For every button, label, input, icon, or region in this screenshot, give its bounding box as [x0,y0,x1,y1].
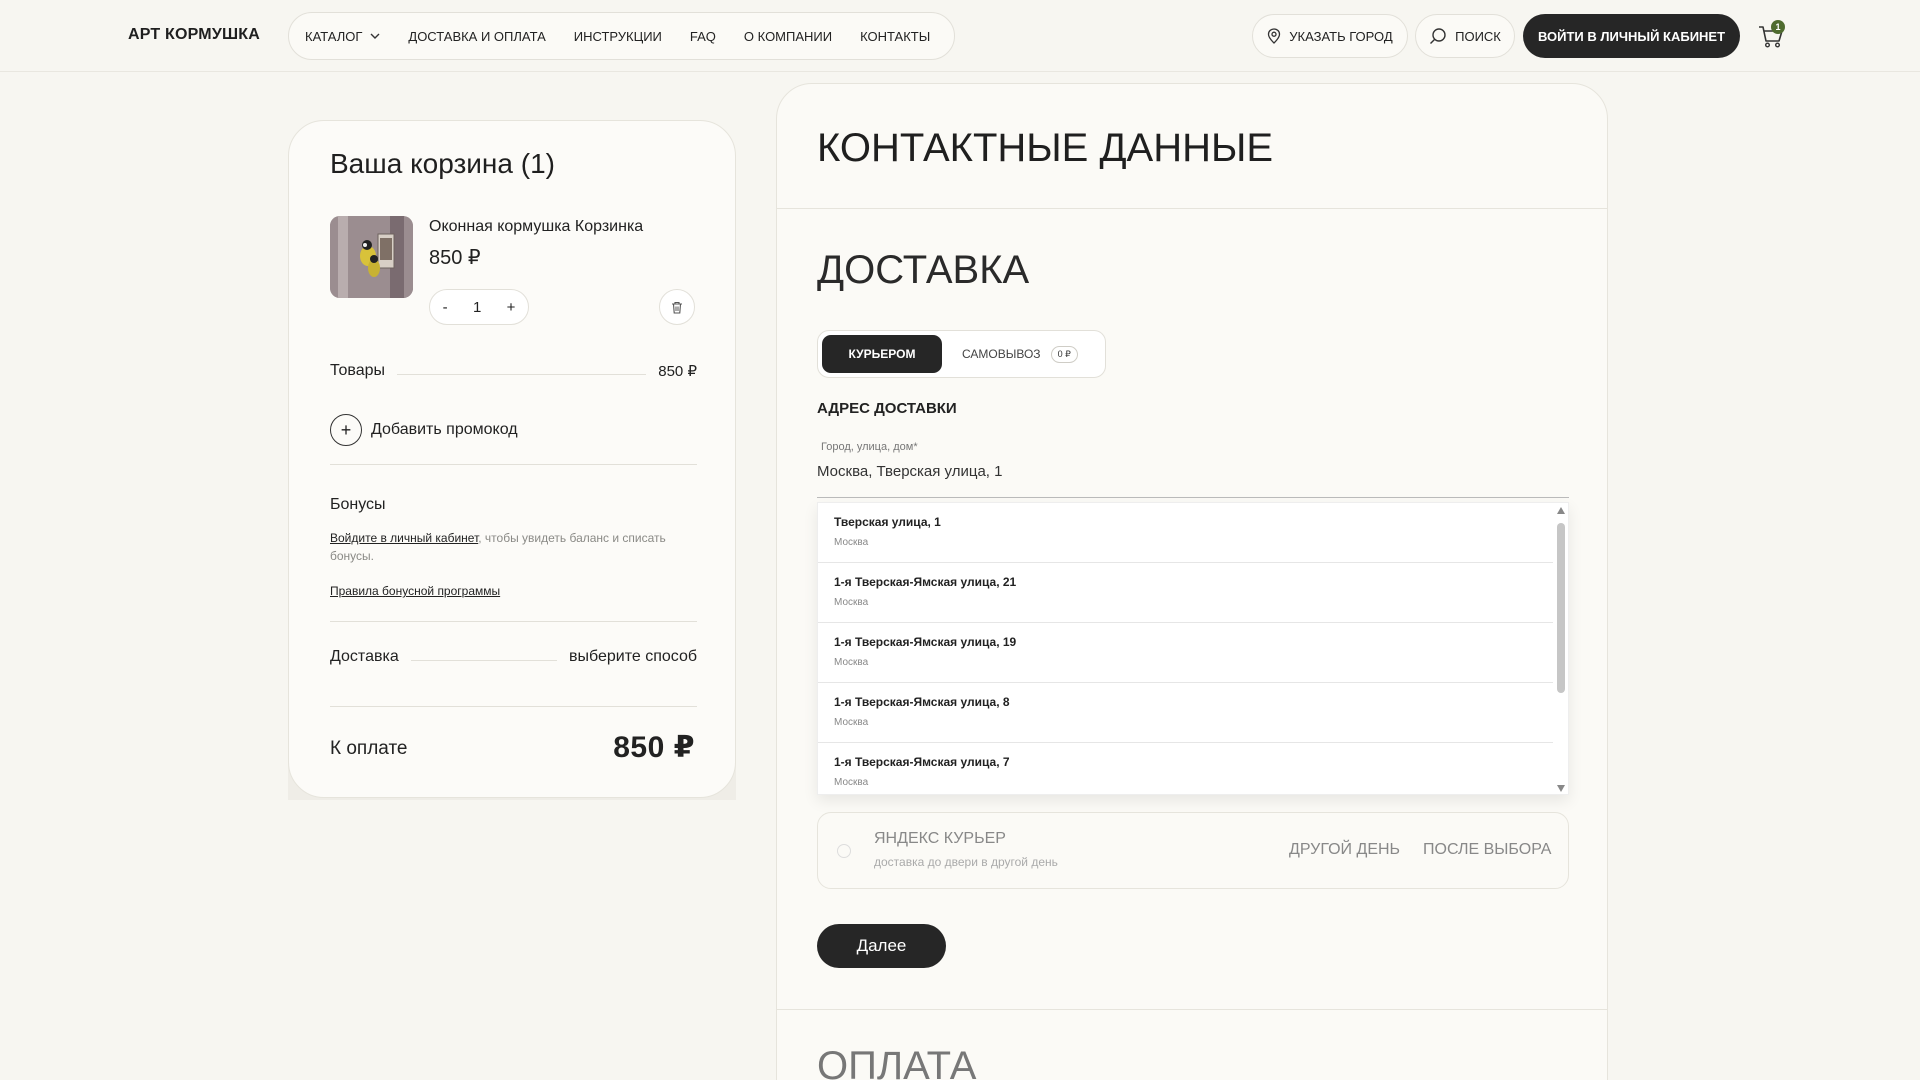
bonus-rules-link[interactable]: Правила бонусной программы [330,584,500,598]
suggestion-item[interactable]: 1-я Тверская-Ямская улица, 7 Москва [818,743,1553,794]
courier-description: доставка до двери в другой день [874,855,1058,869]
qty-value: 1 [472,298,482,316]
qty-decrease-button[interactable]: - [443,299,448,316]
login-button[interactable]: ВОЙТИ В ЛИЧНЫЙ КАБИНЕТ [1523,14,1740,58]
qty-increase-button[interactable]: + [507,299,516,316]
divider [330,464,697,465]
suggestion-item[interactable]: 1-я Тверская-Ямская улица, 21 Москва [818,563,1553,623]
cart-summary-card: Ваша корзина (1) Оконная кормушка Корзин… [288,120,736,798]
suggestion-city: Москва [834,657,869,668]
main-nav: КАТАЛОГ ДОСТАВКА И ОПЛАТА ИНСТРУКЦИИ FAQ… [288,12,955,60]
suggestion-city: Москва [834,717,869,728]
address-suggestions-dropdown: Тверская улица, 1 Москва 1-я Тверская-Ям… [817,502,1569,795]
tab-pickup[interactable]: САМОВЫВОЗ 0 ₽ [962,335,1078,373]
address-input[interactable]: Москва, Тверская улица, 1 [817,463,1002,480]
suggestion-item[interactable]: Тверская улица, 1 Москва [818,503,1553,563]
scrollbar-thumb[interactable] [1557,523,1565,693]
goods-label: Товары [330,362,386,379]
bird-feeder-image [330,216,413,298]
dotted-leader [410,659,557,661]
address-section-title: АДРЕС ДОСТАВКИ [817,400,957,417]
divider [330,621,697,622]
quantity-stepper: - 1 + [429,289,529,325]
promocode-label: Добавить промокод [371,421,518,438]
courier-delivery-day: ДРУГОЙ ДЕНЬ [1289,841,1401,858]
product-price: 850 ₽ [429,247,481,269]
add-promocode-button[interactable]: + Добавить промокод [330,414,518,446]
total-value: 850 ₽ [613,731,695,764]
payment-section-title: ОПЛАТА [817,1044,977,1080]
nav-item-catalog-label: КАТАЛОГ [305,28,363,44]
product-image[interactable] [330,216,413,298]
delivery-label: Доставка [330,648,399,665]
courier-radio[interactable] [837,844,851,858]
dotted-leader [397,373,647,375]
courier-option-yandex[interactable]: ЯНДЕКС КУРЬЕР доставка до двери в другой… [817,812,1569,889]
suggestion-title: 1-я Тверская-Ямская улица, 19 [834,635,1017,649]
city-button[interactable]: УКАЗАТЬ ГОРОД [1252,14,1408,58]
delivery-row: Доставка выберите способ [330,648,697,666]
delivery-method-tabs: КУРЬЕРОМ САМОВЫВОЗ 0 ₽ [817,330,1106,378]
suggestion-title: Тверская улица, 1 [834,515,941,529]
scroll-up-arrow-icon[interactable] [1557,507,1565,514]
delivery-section-title: ДОСТАВКА [817,248,1030,292]
plus-icon: + [330,414,362,446]
nav-item-delivery[interactable]: ДОСТАВКА И ОПЛАТА [408,29,545,44]
bonus-title: Бонусы [330,496,386,513]
divider [330,706,697,707]
remove-item-button[interactable] [659,289,695,325]
nav-item-faq[interactable]: FAQ [690,29,716,44]
section-divider [777,208,1607,209]
checkout-card: КОНТАКТНЫЕ ДАННЫЕ ДОСТАВКА КУРЬЕРОМ САМО… [776,83,1608,1080]
suggestion-item[interactable]: 1-я Тверская-Ямская улица, 19 Москва [818,623,1553,683]
suggestion-city: Москва [834,777,869,788]
cart-title: Ваша корзина (1) [330,148,555,179]
suggestion-city: Москва [834,597,869,608]
nav-item-about[interactable]: О КОМПАНИИ [744,29,832,44]
courier-price: ПОСЛЕ ВЫБОРА [1423,841,1552,858]
nav-item-instructions[interactable]: ИНСТРУКЦИИ [574,29,662,44]
delivery-value: выберите способ [568,648,697,665]
scroll-down-arrow-icon[interactable] [1557,785,1565,792]
search-button[interactable]: ПОИСК [1415,14,1515,58]
address-field-label: Город, улица, дом* [821,441,918,453]
suggestion-item[interactable]: 1-я Тверская-Ямская улица, 8 Москва [818,683,1553,743]
location-pin-icon [1268,28,1281,44]
goods-total-row: Товары 850 ₽ [330,362,697,380]
nav-item-catalog[interactable]: КАТАЛОГ [305,29,380,44]
bonus-description: Войдите в личный кабинет, чтобы увидеть … [330,529,670,565]
product-name[interactable]: Оконная кормушка Корзинка [429,218,643,236]
next-button[interactable]: Далее [817,924,946,968]
search-icon [1430,28,1446,44]
trash-icon [672,301,682,314]
total-label: К оплате [330,738,408,759]
courier-name: ЯНДЕКС КУРЬЕР [874,830,1006,847]
bonus-login-link[interactable]: Войдите в личный кабинет [330,531,478,545]
cart-count-badge: 1 [1771,20,1785,34]
suggestion-title: 1-я Тверская-Ямская улица, 7 [834,755,1010,769]
section-divider [777,1009,1607,1010]
search-button-label: ПОИСК [1455,28,1501,44]
site-header: АРТ КОРМУШКА КАТАЛОГ ДОСТАВКА И ОПЛАТА И… [0,0,1920,72]
chevron-down-icon [370,33,380,39]
tab-pickup-label: САМОВЫВОЗ [962,347,1041,361]
address-input-underline [817,497,1569,498]
suggestion-city: Москва [834,537,869,548]
site-logo[interactable]: АРТ КОРМУШКА [128,26,260,44]
suggestion-title: 1-я Тверская-Ямская улица, 21 [834,575,1017,589]
contacts-section-title[interactable]: КОНТАКТНЫЕ ДАННЫЕ [817,126,1273,171]
city-button-label: УКАЗАТЬ ГОРОД [1289,28,1393,44]
nav-item-contacts[interactable]: КОНТАКТЫ [860,29,930,44]
suggestion-title: 1-я Тверская-Ямская улица, 8 [834,695,1010,709]
suggestions-scrollbar[interactable] [1554,503,1568,794]
tab-courier[interactable]: КУРЬЕРОМ [822,335,942,373]
pickup-price-badge: 0 ₽ [1050,345,1078,363]
goods-value: 850 ₽ [658,363,697,380]
